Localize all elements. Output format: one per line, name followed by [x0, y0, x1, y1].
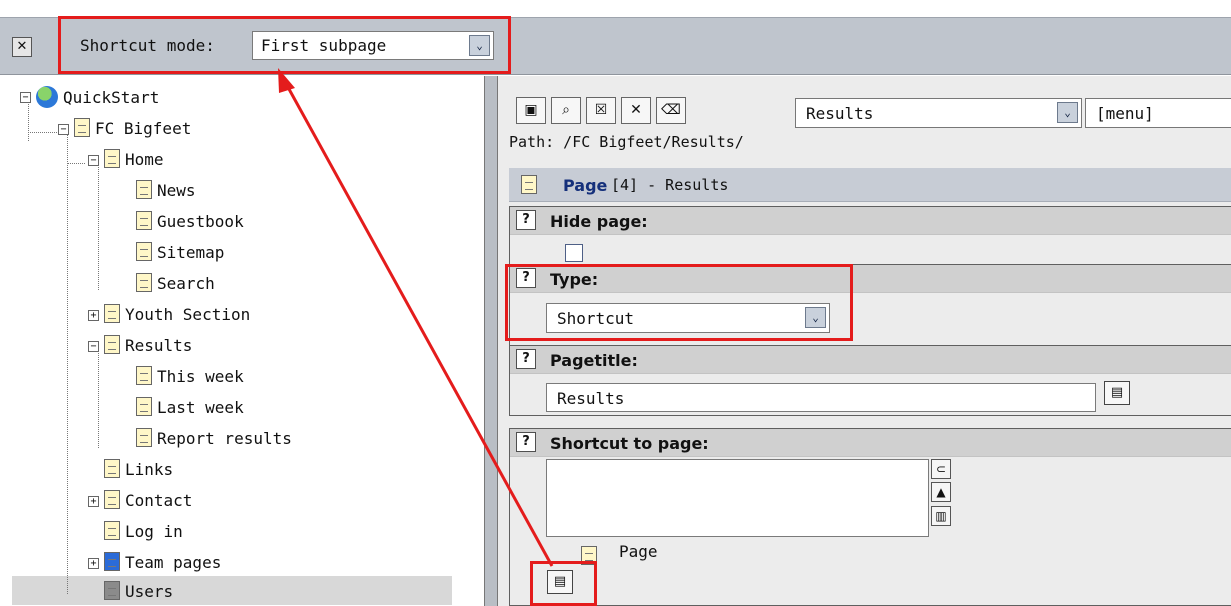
shortcut-to-page-label: ? Shortcut to page:: [510, 429, 1231, 457]
tree-item-label: Guestbook: [157, 212, 244, 231]
chevron-down-icon[interactable]: ⌄: [1057, 102, 1078, 123]
tree-item-label: Team pages: [125, 553, 222, 572]
edit-panel: ▣ ⌕ ☒ ✕ ⌫ Results ⌄ [menu] Path: /FC Big…: [498, 76, 1231, 606]
page-icon: [136, 180, 152, 199]
tree-item-label: Contact: [125, 491, 193, 510]
globe-icon: [36, 86, 58, 108]
tree-item-label: News: [157, 181, 196, 200]
tree-item-label: Last week: [157, 398, 244, 417]
tree-item-label: FC Bigfeet: [95, 119, 192, 138]
help-icon[interactable]: ?: [516, 349, 536, 369]
page-select[interactable]: Results ⌄: [795, 98, 1082, 128]
page-id-title: [4] - Results: [611, 176, 729, 194]
page-header: Page [4] - Results: [509, 168, 1231, 202]
help-icon[interactable]: ?: [516, 432, 536, 452]
tree-item-label: Youth Section: [125, 305, 251, 324]
page-icon: [104, 490, 120, 509]
page-icon: [104, 459, 120, 478]
pagetitle-field: ? Pagetitle: Results ▤: [509, 345, 1231, 416]
tree-item-label: Report results: [157, 429, 292, 448]
help-icon[interactable]: ?: [516, 210, 536, 230]
page-icon: [136, 366, 152, 385]
shortcut-page-icon: [104, 335, 120, 354]
move-top-icon[interactable]: ▲: [931, 482, 951, 502]
tree-selected-row-background: [12, 576, 452, 605]
pagetitle-label: ? Pagetitle:: [510, 346, 1231, 374]
trash-icon[interactable]: ▥: [931, 506, 951, 526]
shortcut-page-icon: [104, 149, 120, 168]
page-icon: [136, 397, 152, 416]
page-icon: [136, 211, 152, 230]
close-document-button[interactable]: ✕: [621, 97, 651, 124]
path-breadcrumb: Path: /FC Bigfeet/Results/: [509, 133, 744, 151]
page-icon: [136, 428, 152, 447]
page-select-value: Results: [806, 104, 874, 123]
menu-select[interactable]: [menu]: [1085, 98, 1231, 128]
panel-divider[interactable]: [484, 76, 498, 606]
page-icon: [104, 304, 120, 323]
hide-page-field: ? Hide page:: [509, 206, 1231, 268]
field-label: Shortcut to page:: [550, 434, 709, 453]
edit-field-icon[interactable]: ▤: [1104, 381, 1130, 405]
tree-item-label: Log in: [125, 522, 183, 541]
field-label: Pagetitle:: [550, 351, 638, 370]
page-icon: [521, 175, 537, 194]
save-close-button[interactable]: ☒: [586, 97, 616, 124]
pagetitle-input[interactable]: Results: [546, 383, 1096, 412]
expand-icon[interactable]: +: [88, 496, 99, 507]
tree-item-label: Users: [125, 582, 174, 601]
shortcut-to-page-field: ? Shortcut to page: ⊂ ▲ ▥ Page ▤: [509, 428, 1231, 606]
hide-page-label: ? Hide page:: [510, 207, 1231, 235]
annotation-shortcut-edit: [530, 561, 597, 606]
save-button[interactable]: ▣: [516, 97, 546, 124]
save-view-button[interactable]: ⌕: [551, 97, 581, 124]
page-type-label: Page: [563, 176, 608, 195]
page-icon: [104, 521, 120, 540]
close-button[interactable]: ✕: [12, 37, 32, 57]
expand-icon[interactable]: +: [88, 310, 99, 321]
tree-item-label: Search: [157, 274, 215, 293]
page-icon: [136, 242, 152, 261]
tree-item-label: Home: [125, 150, 164, 169]
page-icon: [74, 118, 90, 137]
tree-item-label: Sitemap: [157, 243, 225, 262]
field-label: Hide page:: [550, 212, 648, 231]
collapse-icon[interactable]: −: [58, 124, 69, 135]
delete-button[interactable]: ⌫: [656, 97, 686, 124]
shortcut-page-label: Page: [619, 542, 658, 561]
page-tree: − QuickStart − FC Bigfeet − Home News Gu…: [0, 76, 484, 606]
team-pages-icon: [104, 552, 120, 571]
tree-item-label: Results: [125, 336, 193, 355]
annotation-shortcut-mode: [58, 16, 511, 74]
tree-item-label: This week: [157, 367, 244, 386]
annotation-type-field: [505, 264, 853, 341]
expand-icon[interactable]: +: [88, 558, 99, 569]
page-icon: [136, 273, 152, 292]
tree-item-label: Links: [125, 460, 174, 479]
collapse-icon[interactable]: −: [20, 92, 31, 103]
collapse-icon[interactable]: −: [88, 155, 99, 166]
shortcut-page-list[interactable]: [546, 459, 929, 537]
collapse-icon[interactable]: −: [88, 341, 99, 352]
browse-link-icon[interactable]: ⊂: [931, 459, 951, 479]
folder-icon: [104, 581, 120, 600]
tree-item-label: QuickStart: [63, 88, 160, 107]
hide-page-checkbox[interactable]: [565, 244, 583, 262]
